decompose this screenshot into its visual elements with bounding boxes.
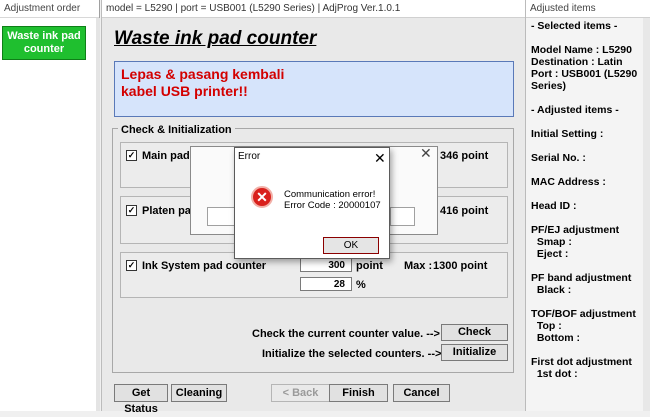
adjusted-item-line: - Selected items - (531, 20, 618, 32)
adjusted-item-line: Initial Setting : (531, 128, 604, 140)
adjusted-item-line: PF/EJ adjustment (531, 224, 620, 236)
adjusted-items-title: Adjusted items (526, 0, 650, 18)
ink-system-max-label: Max : (404, 260, 433, 272)
error-x-icon: ✕ (251, 186, 273, 208)
back-button[interactable]: < Back (271, 384, 330, 402)
message-line-2: kabel USB printer!! (121, 83, 248, 99)
main-pad-label: Main pad (142, 150, 190, 162)
ink-system-percent-unit: % (356, 279, 366, 291)
initialize-button[interactable]: Initialize (441, 344, 508, 361)
adjusted-item-line: First dot adjustment (531, 356, 632, 368)
adjusted-item-line (531, 212, 647, 224)
adjusted-item-line: Top : (531, 320, 562, 332)
error-message-line-1: Communication error! (284, 189, 376, 200)
ink-system-counter-field: 300 (300, 258, 352, 272)
adjusted-item-line: Bottom : (531, 332, 580, 344)
finish-button[interactable]: Finish (329, 384, 388, 402)
ink-system-percent-field: 28 (300, 277, 352, 291)
adjusted-item-line: TOF/BOF adjustment (531, 308, 636, 320)
main-pad-checkbox[interactable]: ✓ (126, 150, 137, 161)
platen-pad-checkbox[interactable]: ✓ (126, 205, 137, 216)
ink-system-max-value: 1300 point (433, 260, 488, 272)
error-message-line-2: Error Code : 20000107 (284, 200, 381, 211)
adjusted-item-line: Model Name : L5290 (531, 44, 632, 56)
cleaning-button[interactable]: Cleaning (171, 384, 227, 402)
adjusted-items-list: - Selected items - Model Name : L5290 Dest… (531, 20, 647, 380)
instruction-message-box: Lepas & pasang kembali kabel USB printer… (114, 61, 514, 117)
main-pad-max-value: 346 point (440, 150, 489, 162)
check-instruction: Check the current counter value. --> (252, 328, 440, 340)
ink-system-label: Ink System pad counter (142, 260, 267, 272)
waste-ink-pad-counter-item[interactable]: Waste ink pad counter (2, 26, 86, 60)
adjusted-item-line: MAC Address : (531, 176, 606, 188)
background-dialog-field-left (207, 207, 235, 226)
get-status-button[interactable]: Get Status (114, 384, 168, 415)
adjusted-item-line: Head ID : (531, 200, 577, 212)
platen-pad-label: Platen pa (142, 205, 191, 217)
adjusted-item-line: Series) (531, 80, 567, 92)
adjusted-item-line (531, 116, 647, 128)
adjusted-item-line (531, 344, 647, 356)
platen-pad-max-value: 416 point (440, 205, 489, 217)
check-button[interactable]: Check (441, 324, 508, 341)
adjusted-item-line: PF band adjustment (531, 272, 632, 284)
adjusted-item-line: Black : (531, 284, 572, 296)
error-ok-button[interactable]: OK (323, 237, 379, 254)
adjusted-item-line: Serial No. : (531, 152, 586, 164)
cancel-button[interactable]: Cancel (393, 384, 450, 402)
initialize-instruction: Initialize the selected counters. --> (262, 348, 442, 360)
ink-system-unit: point (356, 260, 383, 272)
message-line-1: Lepas & pasang kembali (121, 66, 285, 82)
ink-system-checkbox[interactable]: ✓ (126, 260, 137, 271)
adjusted-item-line (531, 164, 647, 176)
adjusted-item-line: - Adjusted items - (531, 104, 619, 116)
adjusted-item-line: Destination : Latin (531, 56, 623, 68)
adjusted-items-pane: Adjusted items - Selected items - Model N… (525, 0, 650, 411)
adjusted-item-line: 1st dot : (531, 368, 578, 380)
adjusted-item-line (531, 296, 647, 308)
error-dialog-title: Error (238, 151, 261, 162)
adjustment-order-pane: Adjustment order Waste ink pad counter (0, 0, 100, 411)
page-heading: Waste ink pad counter (114, 28, 317, 49)
background-dialog-field-right (390, 207, 415, 226)
adjusted-item-line (531, 140, 647, 152)
adjusted-item-line: Smap : (531, 236, 572, 248)
right-pane-scrollbar[interactable] (643, 18, 650, 411)
adjusted-item-line: Port : USB001 (L5290 (531, 68, 638, 80)
adjusted-item-line (531, 32, 647, 44)
background-dialog-close-icon[interactable]: ✕ (420, 145, 432, 162)
group-title: Check & Initialization (118, 124, 235, 136)
adjustment-order-title: Adjustment order (0, 0, 99, 18)
error-dialog: Error ✕ ✕ Communication error! Error Cod… (234, 147, 390, 259)
error-dialog-close-icon[interactable]: ✕ (374, 150, 386, 167)
adjusted-item-line (531, 260, 647, 272)
adjusted-item-line: Eject : (531, 248, 569, 260)
pane-divider[interactable] (96, 18, 100, 411)
adjusted-item-line (531, 188, 647, 200)
error-message: Communication error! Error Code : 200001… (284, 189, 381, 211)
window-title: model = L5290 | port = USB001 (L5290 Ser… (102, 0, 526, 18)
adjusted-item-line (531, 92, 647, 104)
